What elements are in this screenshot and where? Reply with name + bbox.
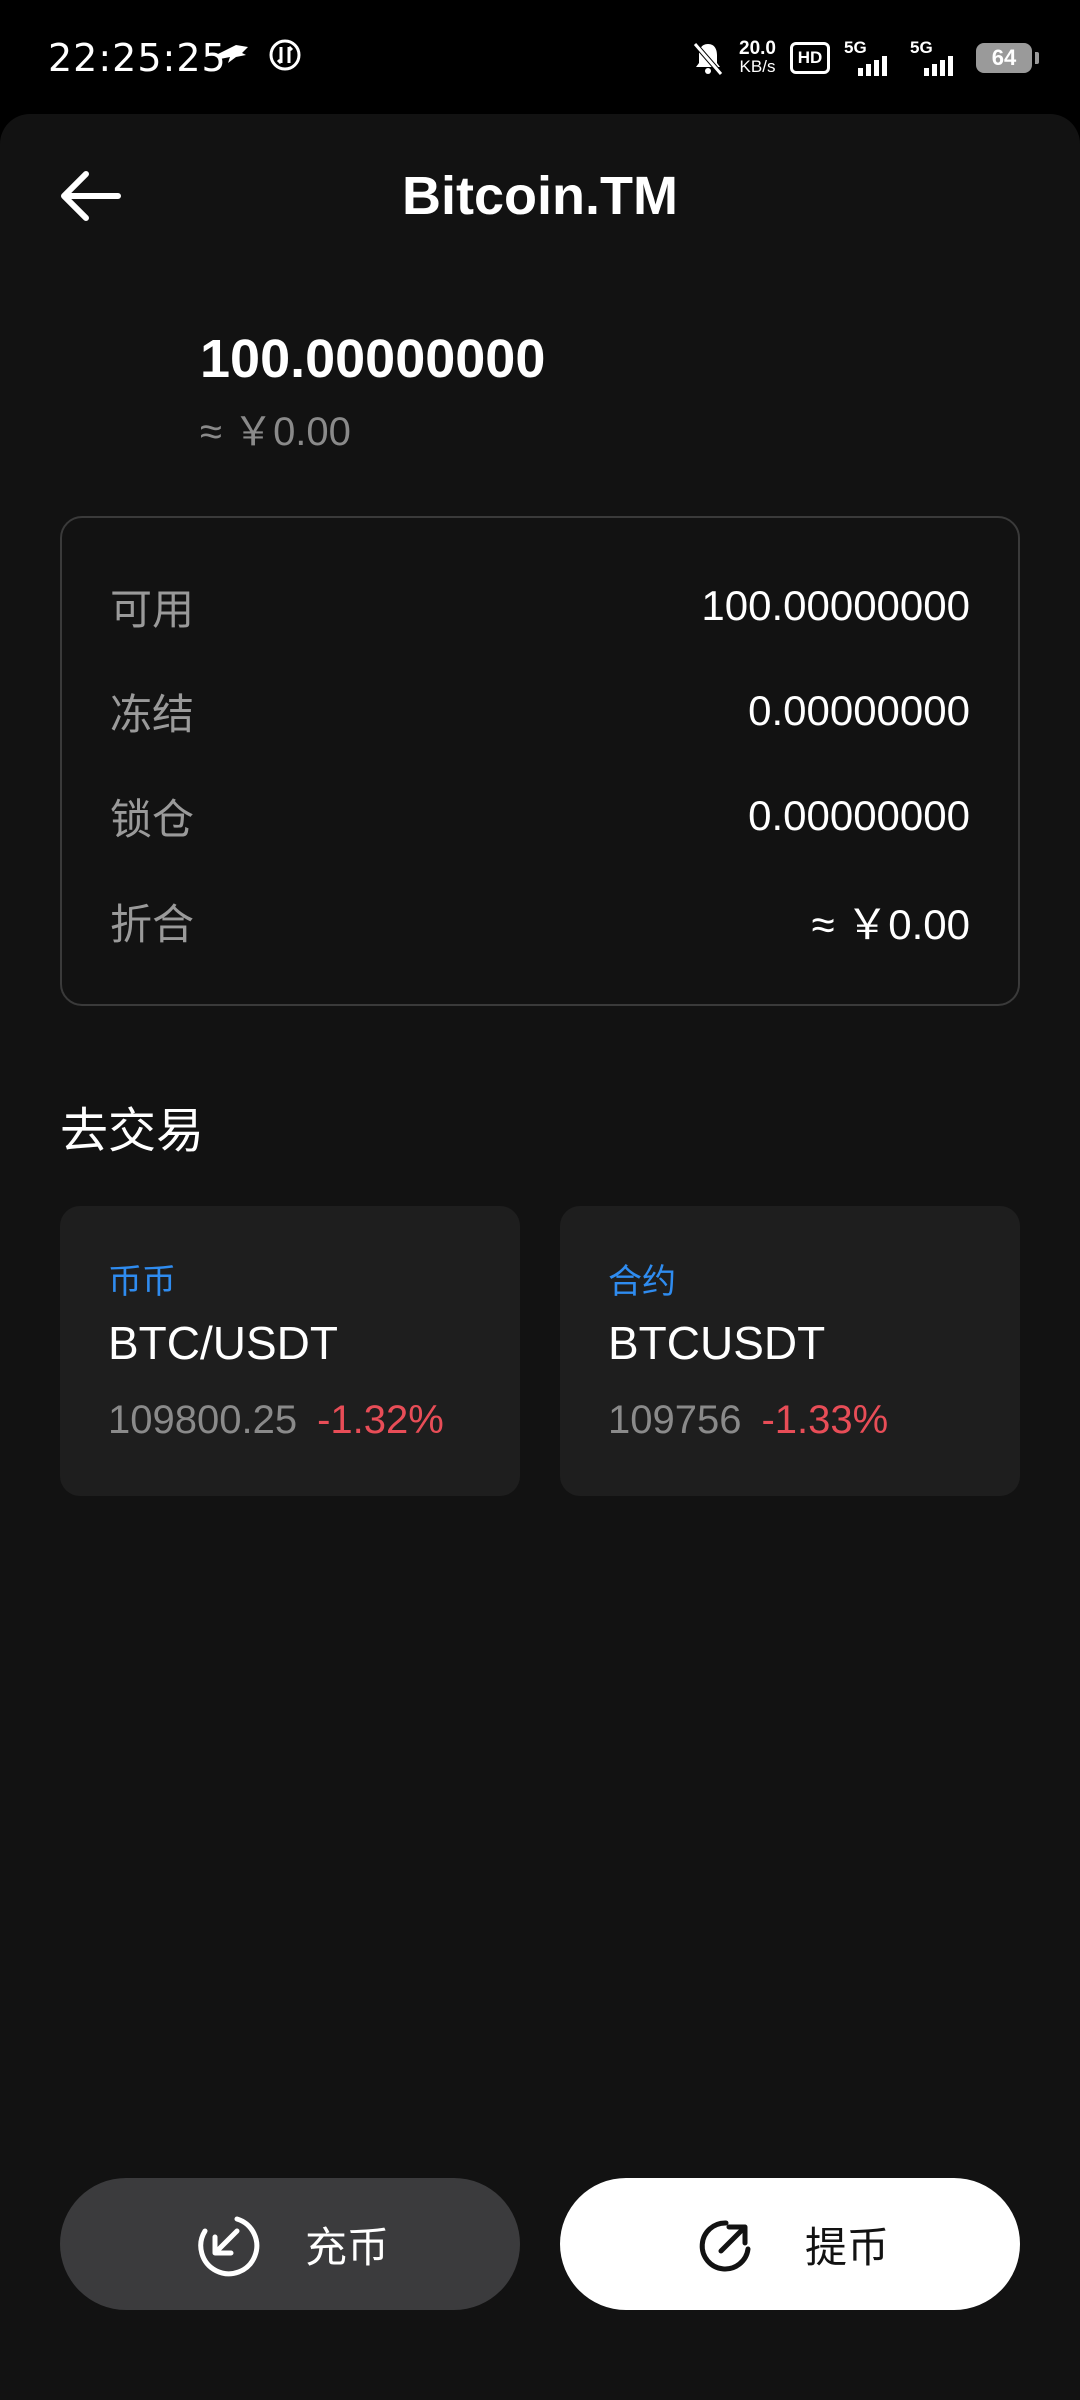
net-speed: 20.0 KB/s [739, 38, 776, 76]
trade-change: -1.32% [317, 1398, 444, 1442]
withdraw-button[interactable]: 提币 [560, 2178, 1020, 2310]
trade-card-spot[interactable]: 币币 BTC/USDT 109800.25 -1.32% [60, 1206, 520, 1496]
detail-row-frozen: 冻结 0.00000000 [110, 676, 970, 746]
balance-amount: 100.00000000 [200, 329, 546, 389]
balance-details-card: 可用 100.00000000 冻结 0.00000000 锁仓 0.00000… [60, 516, 1020, 1006]
detail-row-equivalent: 折合 ≈ ￥0.00 [110, 886, 970, 956]
signal-1-label: 5G [844, 38, 867, 57]
detail-value: 0.00000000 [748, 792, 970, 839]
trade-price: 109800.25 [108, 1398, 298, 1442]
detail-value: 100.00000000 [701, 582, 970, 629]
detail-label: 冻结 [110, 689, 195, 739]
status-right-icons: 20.0 KB/s HD 5G 5G 64 [691, 34, 1039, 82]
trade-type-label: 合约 [608, 1262, 676, 1302]
page-title: Bitcoin.TM [402, 166, 678, 226]
mute-bell-icon [693, 42, 723, 76]
signal-icon-1: 5G [844, 38, 896, 78]
balance-approx-value: ≈ ￥0.00 [200, 410, 351, 454]
detail-label: 可用 [110, 584, 195, 634]
detail-row-available: 可用 100.00000000 [110, 571, 970, 641]
withdraw-icon [699, 2220, 751, 2272]
signal-icon-2: 5G [910, 38, 962, 78]
signal-2-label: 5G [910, 38, 933, 57]
bird-app-icon [216, 45, 248, 63]
status-left-icons [214, 38, 302, 72]
deposit-icon [198, 2216, 260, 2277]
net-speed-value: 20.0 [739, 38, 776, 59]
trade-type-label: 币币 [108, 1262, 176, 1302]
net-speed-unit: KB/s [739, 57, 776, 76]
trade-pair: BTCUSDT [608, 1317, 826, 1369]
battery-icon: 64 [976, 43, 1039, 73]
transfer-circle-icon [269, 39, 301, 71]
detail-value: 0.00000000 [748, 687, 970, 734]
deposit-button[interactable]: 充币 [60, 2178, 520, 2310]
withdraw-label: 提币 [804, 2222, 889, 2272]
detail-label: 折合 [110, 899, 195, 949]
trade-price: 109756 [608, 1398, 742, 1442]
hd-badge: HD [790, 42, 830, 74]
trade-pair: BTC/USDT [108, 1317, 338, 1369]
trade-change: -1.33% [761, 1398, 889, 1442]
asset-detail-sheet: Bitcoin.TM 100.00000000 ≈ ￥0.00 可用 100.0… [0, 114, 1080, 2400]
detail-value: ≈ ￥0.00 [811, 900, 970, 948]
trade-section-title: 去交易 [60, 1103, 205, 1159]
status-bar: 22:25:25 20.0 KB/s HD 5G 5G 64 [0, 0, 1080, 112]
detail-label: 锁仓 [110, 794, 195, 844]
trade-price-row: 109800.25 -1.32% [108, 1398, 444, 1443]
nav-bar: Bitcoin.TM [0, 114, 1080, 274]
deposit-label: 充币 [304, 2222, 389, 2272]
trade-card-contract[interactable]: 合约 BTCUSDT 109756 -1.33% [560, 1206, 1020, 1496]
status-time: 22:25:25 [48, 36, 227, 80]
trade-price-row: 109756 -1.33% [608, 1398, 888, 1443]
detail-row-locked: 锁仓 0.00000000 [110, 781, 970, 851]
